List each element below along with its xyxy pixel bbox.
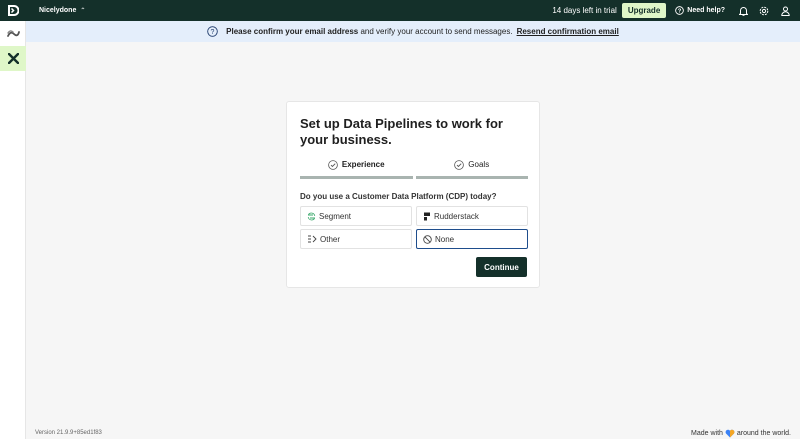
option-other[interactable]: Other [300,229,412,249]
version-label: Version 21.9.9+85ed1f83 [35,430,102,436]
trial-status: 14 days left in trial [552,6,617,15]
option-label: Other [320,234,341,244]
continue-button[interactable]: Continue [476,257,527,277]
question-circle-icon: ? [207,26,218,37]
sidebar-item-data-pipelines[interactable] [0,46,26,71]
option-label: Rudderstack [434,211,479,221]
step-bar [415,176,528,179]
option-rudderstack[interactable]: Rudderstack [416,206,528,226]
made-with-text: Made with [691,430,723,437]
bell-icon[interactable] [737,5,749,17]
none-icon [423,234,432,244]
sidebar [0,21,26,439]
cdp-options: Segment Rudderstack Other None [300,206,528,249]
banner-text: and verify your account to send messages… [360,27,513,36]
cdp-question: Do you use a Customer Data Platform (CDP… [300,192,497,201]
option-segment[interactable]: Segment [300,206,412,226]
around-world-text: around the world. [736,430,791,437]
rudderstack-icon [424,212,430,220]
step-label: Goals [468,160,490,169]
user-icon[interactable] [779,5,791,17]
setup-card: Set up Data Pipelines to work for your b… [286,101,540,288]
banner-bold-text: Please confirm your email address [226,27,359,36]
svg-text:?: ? [211,29,215,36]
made-with-footer: Made with around the world. [691,429,791,438]
svg-text:?: ? [678,9,682,15]
email-confirmation-banner: ? Please confirm your email address and … [26,21,800,42]
help-icon: ? [675,6,685,15]
check-circle-icon [454,159,465,170]
option-label: Segment [319,211,352,221]
page-title: Set up Data Pipelines to work for your b… [300,116,503,147]
step-experience: Experience [300,158,413,179]
step-progress: Experience Goals [300,158,528,179]
step-goals: Goals [415,158,528,179]
help-button[interactable]: ? Need help? [675,6,725,15]
help-label: Need help? [687,7,725,14]
segment-icon [307,212,316,220]
check-circle-icon [328,159,338,170]
chevron-updown-icon: ⌃ [80,8,86,14]
top-navigation-bar: Nicelydone ⌃ 14 days left in trial Upgra… [0,0,800,21]
step-label: Experience [341,160,385,169]
option-label: None [435,234,455,244]
step-bar [300,176,413,179]
workspace-switcher[interactable]: Nicelydone ⌃ [39,7,85,14]
gear-icon[interactable] [758,5,770,17]
workspace-name: Nicelydone [39,7,77,14]
sidebar-item-journeys[interactable] [0,21,26,46]
upgrade-button[interactable]: Upgrade [621,3,667,18]
logo-icon[interactable] [0,0,26,21]
resend-confirmation-link[interactable]: Resend confirmation email [517,27,619,36]
data-pipelines-icon [7,53,19,64]
option-none[interactable]: None [416,229,528,249]
journeys-icon [6,29,20,37]
heart-icon [725,429,735,438]
other-icon [308,235,317,243]
